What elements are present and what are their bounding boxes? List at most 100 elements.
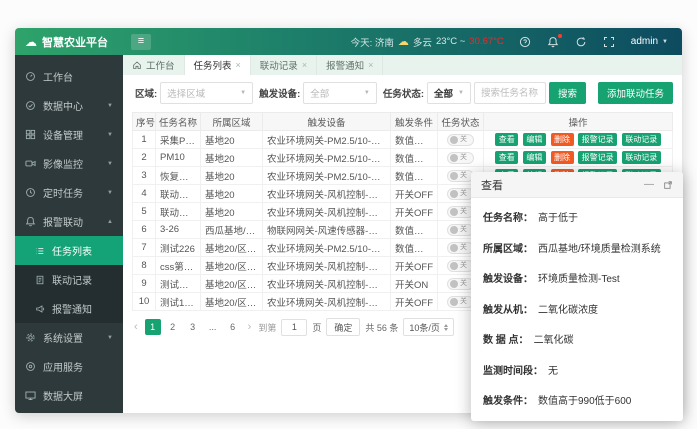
sidebar-item-app-services[interactable]: 应用服务: [15, 352, 123, 381]
status-toggle[interactable]: 关: [447, 242, 474, 254]
view-button[interactable]: 查看: [495, 133, 518, 146]
sidebar-collapse-button[interactable]: ≡: [131, 34, 151, 50]
add-linkage-task-button[interactable]: 添加联动任务: [598, 82, 673, 104]
cell-region: 基地20: [201, 185, 263, 203]
close-icon[interactable]: ×: [302, 60, 307, 70]
status-toggle[interactable]: 关: [447, 206, 474, 218]
page-number[interactable]: ...: [205, 319, 221, 335]
confirm-page-button[interactable]: 确定: [326, 318, 360, 336]
page-unit-label: 页: [312, 321, 321, 334]
modal-header: 查看 —: [471, 172, 683, 198]
modal-field: 任务名称： 高于低于: [483, 209, 671, 224]
cell-trigger-device: 农业环境网关-风机控制-第四路: [263, 275, 391, 293]
modal-title: 查看: [481, 177, 503, 193]
sidebar-item-data-center[interactable]: 数据中心 ▼: [15, 91, 123, 120]
sidebar-item-system-settings[interactable]: 系统设置 ▼: [15, 323, 123, 352]
user-menu[interactable]: admin ▼: [631, 36, 668, 47]
cell-task-name: css第二路: [156, 257, 201, 275]
cell-task-name: 恢复联动: [156, 167, 201, 185]
field-label: 任务名称：: [483, 209, 533, 224]
status-toggle[interactable]: 关: [447, 260, 474, 272]
maximize-icon[interactable]: [663, 180, 673, 190]
top-header-bar: ☁ 智慧农业平台 ≡ 今天: 济南 ☁ 多云 23°C ~ 30.67°C: [15, 28, 682, 55]
status-toggle[interactable]: 关: [447, 152, 474, 164]
cell-no: 7: [133, 239, 156, 257]
status-filter-label: 任务状态:: [383, 86, 424, 100]
page-number[interactable]: 6: [225, 319, 241, 335]
sidebar-item-workbench[interactable]: 工作台: [15, 62, 123, 91]
cell-no: 2: [133, 149, 156, 167]
cell-task-name: PM10: [156, 149, 201, 167]
status-toggle[interactable]: 关: [447, 296, 474, 308]
dashboard-icon: [25, 71, 36, 82]
page-jump-input[interactable]: [281, 319, 307, 336]
sidebar-subitem-linkage-records[interactable]: 联动记录: [15, 265, 123, 294]
search-button[interactable]: 搜索: [549, 82, 586, 104]
status-toggle[interactable]: 关: [447, 188, 474, 200]
tab-linkage-records[interactable]: 联动记录 ×: [251, 55, 317, 75]
refresh-icon[interactable]: [575, 35, 588, 48]
edit-button[interactable]: 编辑: [523, 151, 546, 164]
field-value: 环境质量检测-Test: [538, 270, 620, 285]
cell-trigger-condition: 开关OFF: [391, 257, 438, 275]
task-status-select[interactable]: 全部 ▼: [427, 82, 471, 104]
minimize-icon[interactable]: —: [644, 180, 654, 190]
sidebar-item-alarm-linkage[interactable]: 报警联动 ▲: [15, 207, 123, 236]
delete-button[interactable]: 删除: [551, 133, 574, 146]
page-number[interactable]: 1: [145, 319, 161, 335]
field-value: 数值高于990低于600: [538, 392, 631, 407]
sidebar-subitem-alarm-notify[interactable]: 报警通知: [15, 294, 123, 323]
alarm-linkage-submenu: 任务列表 联动记录 报警通知: [15, 236, 123, 323]
notification-bell-icon[interactable]: [547, 35, 560, 48]
chevron-down-icon: ▼: [107, 190, 113, 196]
page-number[interactable]: 2: [165, 319, 181, 335]
modal-field: 触发条件： 数值高于990低于600: [483, 392, 671, 407]
linkage-record-button[interactable]: 联动记录: [622, 151, 661, 164]
prev-page-button[interactable]: ‹: [132, 322, 140, 333]
modal-field: 监测时间段： 无: [483, 362, 671, 377]
status-toggle[interactable]: 关: [447, 224, 474, 236]
modal-field: 所属区域： 西瓜基地/环境质量检测系统: [483, 240, 671, 255]
cell-region: 基地20/区域20: [201, 239, 263, 257]
sidebar-item-video-monitor[interactable]: 影像监控 ▼: [15, 149, 123, 178]
sidebar-item-data-screen[interactable]: 数据大屏: [15, 381, 123, 410]
page-number[interactable]: 3: [185, 319, 201, 335]
status-toggle[interactable]: 关: [447, 170, 474, 182]
region-select[interactable]: 选择区域 ▼: [160, 82, 253, 104]
region-filter-label: 区域:: [135, 86, 157, 100]
cell-no: 1: [133, 131, 156, 149]
page-size-select[interactable]: 10条/页: [403, 318, 454, 336]
view-button[interactable]: 查看: [495, 151, 518, 164]
tab-workbench[interactable]: 工作台: [123, 55, 185, 75]
tab-alarm-notify[interactable]: 报警通知 ×: [317, 55, 383, 75]
close-icon[interactable]: ×: [236, 60, 241, 70]
cell-task-name: 测试226: [156, 239, 201, 257]
tab-task-list[interactable]: 任务列表 ×: [185, 55, 251, 75]
check-circle-icon: [25, 100, 36, 111]
cloud-logo-icon: ☁: [25, 35, 37, 49]
sidebar-subitem-task-list[interactable]: 任务列表: [15, 236, 123, 265]
delete-button[interactable]: 删除: [551, 151, 574, 164]
alarm-record-button[interactable]: 报警记录: [578, 151, 617, 164]
edit-button[interactable]: 编辑: [523, 133, 546, 146]
page-numbers: 1 2 3 ... 6: [145, 319, 241, 335]
cell-trigger-condition: 开关OFF: [391, 293, 438, 311]
sidebar-item-device-mgmt[interactable]: 设备管理 ▼: [15, 120, 123, 149]
status-toggle[interactable]: 关: [447, 278, 474, 290]
next-page-button[interactable]: ›: [246, 322, 254, 333]
alarm-record-button[interactable]: 报警记录: [578, 133, 617, 146]
chevron-down-icon: ▼: [364, 90, 370, 96]
trigger-device-select[interactable]: 全部 ▼: [303, 82, 377, 104]
monitor-icon: [25, 390, 36, 401]
col-task-name: 任务名称: [156, 113, 201, 131]
close-icon[interactable]: ×: [368, 60, 373, 70]
search-input[interactable]: [474, 82, 546, 104]
cell-task-name: 3-26: [156, 221, 201, 239]
cell-no: 10: [133, 293, 156, 311]
linkage-record-button[interactable]: 联动记录: [622, 133, 661, 146]
status-toggle[interactable]: 关: [447, 134, 474, 146]
cell-trigger-condition: 数值低于...: [391, 239, 438, 257]
help-icon[interactable]: [519, 35, 532, 48]
sidebar-item-timed-tasks[interactable]: 定时任务 ▼: [15, 178, 123, 207]
fullscreen-icon[interactable]: [603, 35, 616, 48]
